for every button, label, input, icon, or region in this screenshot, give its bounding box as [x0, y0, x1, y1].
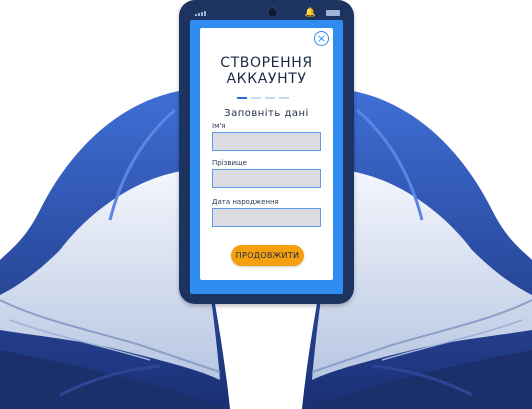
close-icon[interactable]: × — [314, 31, 329, 46]
last-name-label: Прізвище — [212, 159, 247, 167]
birth-date-label: Дата народження — [212, 198, 279, 206]
camera-icon — [267, 7, 278, 18]
step-indicator — [265, 97, 275, 99]
phone-mockup: 🔔 × СТВОРЕННЯ АККАУНТУ Заповніть дані Ім… — [179, 0, 354, 304]
step-indicator — [237, 97, 247, 99]
first-name-input[interactable] — [212, 132, 321, 151]
last-name-input[interactable] — [212, 169, 321, 188]
birth-date-input[interactable] — [212, 208, 321, 227]
progress-steps — [237, 97, 289, 99]
title-line-1: СТВОРЕННЯ — [220, 55, 313, 71]
step-indicator — [279, 97, 289, 99]
signal-icon — [195, 11, 206, 16]
form-subtitle: Заповніть дані — [224, 108, 309, 119]
first-name-label: Ім'я — [212, 122, 226, 130]
battery-icon — [326, 10, 340, 16]
status-bar: 🔔 — [193, 7, 342, 19]
step-indicator — [251, 97, 261, 99]
phone-screen: × СТВОРЕННЯ АККАУНТУ Заповніть дані Ім'я… — [190, 20, 343, 294]
continue-button[interactable]: ПРОДОВЖИТИ — [231, 245, 304, 266]
bell-icon: 🔔 — [304, 8, 316, 18]
page-title: СТВОРЕННЯ АККАУНТУ — [200, 55, 333, 87]
signup-card: × СТВОРЕННЯ АККАУНТУ Заповніть дані Ім'я… — [200, 28, 333, 280]
title-line-2: АККАУНТУ — [226, 71, 307, 87]
